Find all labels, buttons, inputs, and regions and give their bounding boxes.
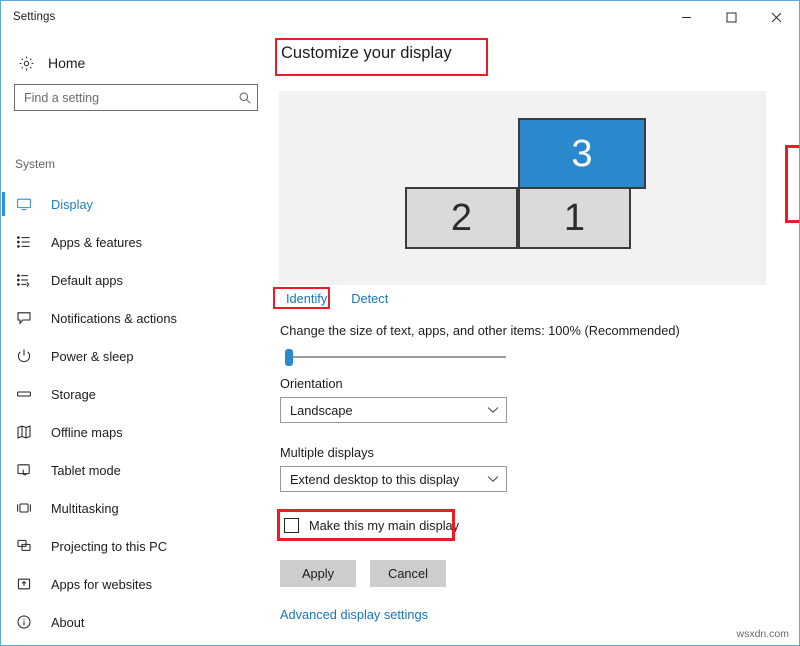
sidebar-item-label: About <box>51 615 84 630</box>
sidebar-item-notifications-actions[interactable]: Notifications & actions <box>2 299 270 337</box>
scale-label: Change the size of text, apps, and other… <box>280 323 680 338</box>
sidebar-item-label: Storage <box>51 387 96 402</box>
advanced-display-settings-link[interactable]: Advanced display settings <box>280 607 428 622</box>
orientation-label: Orientation <box>280 376 343 391</box>
minimize-icon <box>681 12 692 23</box>
main-display-checkbox-label: Make this my main display <box>309 518 459 533</box>
search-input[interactable] <box>15 91 233 105</box>
watermark: wsxdn.com <box>736 628 789 640</box>
maximize-icon <box>726 12 737 23</box>
detect-link[interactable]: Detect <box>351 291 388 306</box>
search-icon <box>233 91 257 105</box>
list-icon <box>16 234 44 250</box>
multitask-icon <box>16 500 44 516</box>
window-title: Settings <box>13 11 55 23</box>
search-box[interactable] <box>14 84 258 111</box>
sidebar-nav-list: Display Apps & features <box>2 185 270 641</box>
page-title: Customize your display <box>281 44 452 63</box>
sidebar-item-tablet-mode[interactable]: Tablet mode <box>2 451 270 489</box>
sidebar-item-label: Tablet mode <box>51 463 121 478</box>
sidebar-item-storage[interactable]: Storage <box>2 375 270 413</box>
identify-link[interactable]: Identify <box>286 291 327 306</box>
sidebar-item-power-sleep[interactable]: Power & sleep <box>2 337 270 375</box>
sidebar-item-label: Default apps <box>51 273 123 288</box>
orientation-value: Landscape <box>281 403 480 418</box>
sidebar-item-apps-features[interactable]: Apps & features <box>2 223 270 261</box>
display-monitor-2[interactable]: 2 <box>405 187 518 249</box>
sidebar-item-about[interactable]: About <box>2 603 270 641</box>
close-button[interactable] <box>754 1 799 33</box>
main-display-checkbox[interactable] <box>284 518 299 533</box>
map-icon <box>16 424 44 440</box>
maximize-button[interactable] <box>709 1 754 33</box>
display-monitor-1[interactable]: 1 <box>518 187 631 249</box>
power-icon <box>16 348 44 364</box>
sidebar-item-label: Display <box>51 197 93 212</box>
sidebar-item-label: Projecting to this PC <box>51 539 167 554</box>
chevron-down-icon <box>480 475 506 483</box>
list-arrow-icon <box>16 272 44 288</box>
drive-icon <box>16 386 44 402</box>
cancel-button[interactable]: Cancel <box>370 560 446 587</box>
display-monitor-3[interactable]: 3 <box>518 118 646 189</box>
sidebar: Home System Display <box>2 33 270 646</box>
close-icon <box>771 12 782 23</box>
main-display-checkbox-row[interactable]: Make this my main display <box>284 518 459 533</box>
project-icon <box>16 538 44 554</box>
slider-thumb[interactable] <box>285 349 293 366</box>
sidebar-section-label: System <box>15 157 55 171</box>
sidebar-item-label: Offline maps <box>51 425 123 440</box>
sidebar-item-default-apps[interactable]: Default apps <box>2 261 270 299</box>
display-monitor-number: 2 <box>451 199 472 237</box>
display-monitor-number: 3 <box>571 135 592 173</box>
title-bar: Settings <box>1 1 799 33</box>
speech-bubble-icon <box>16 310 44 326</box>
sidebar-item-offline-maps[interactable]: Offline maps <box>2 413 270 451</box>
settings-window: Settings <box>0 0 800 646</box>
tablet-icon <box>16 462 44 478</box>
sidebar-item-home[interactable]: Home <box>2 47 270 79</box>
multiple-displays-select[interactable]: Extend desktop to this display <box>280 466 507 492</box>
sidebar-item-label: Multitasking <box>51 501 119 516</box>
sidebar-item-projecting-to-this-pc[interactable]: Projecting to this PC <box>2 527 270 565</box>
sidebar-item-display[interactable]: Display <box>2 185 270 223</box>
info-icon <box>16 614 44 630</box>
slider-track <box>286 356 506 358</box>
sidebar-item-apps-for-websites[interactable]: Apps for websites <box>2 565 270 603</box>
multiple-displays-value: Extend desktop to this display <box>281 472 480 487</box>
home-label: Home <box>48 55 85 71</box>
sidebar-item-label: Power & sleep <box>51 349 134 364</box>
window-controls <box>664 1 799 33</box>
identify-detect-row: Identify Detect <box>280 291 388 306</box>
gear-icon <box>18 55 44 72</box>
sidebar-item-label: Notifications & actions <box>51 311 177 326</box>
chevron-down-icon <box>480 406 506 414</box>
orientation-select[interactable]: Landscape <box>280 397 507 423</box>
scale-slider[interactable] <box>280 347 508 367</box>
sidebar-item-label: Apps for websites <box>51 577 152 592</box>
app-website-icon <box>16 576 44 592</box>
display-arrangement-preview[interactable]: 2 1 3 <box>279 91 766 285</box>
minimize-button[interactable] <box>664 1 709 33</box>
sidebar-item-label: Apps & features <box>51 235 142 250</box>
multiple-displays-label: Multiple displays <box>280 445 374 460</box>
monitor-icon <box>16 196 44 212</box>
annotation-box-monitor-3 <box>785 145 800 223</box>
sidebar-item-multitasking[interactable]: Multitasking <box>2 489 270 527</box>
display-monitor-number: 1 <box>564 199 585 237</box>
apply-button[interactable]: Apply <box>280 560 356 587</box>
main-content: Customize your display 2 1 3 Identify De… <box>270 33 799 646</box>
